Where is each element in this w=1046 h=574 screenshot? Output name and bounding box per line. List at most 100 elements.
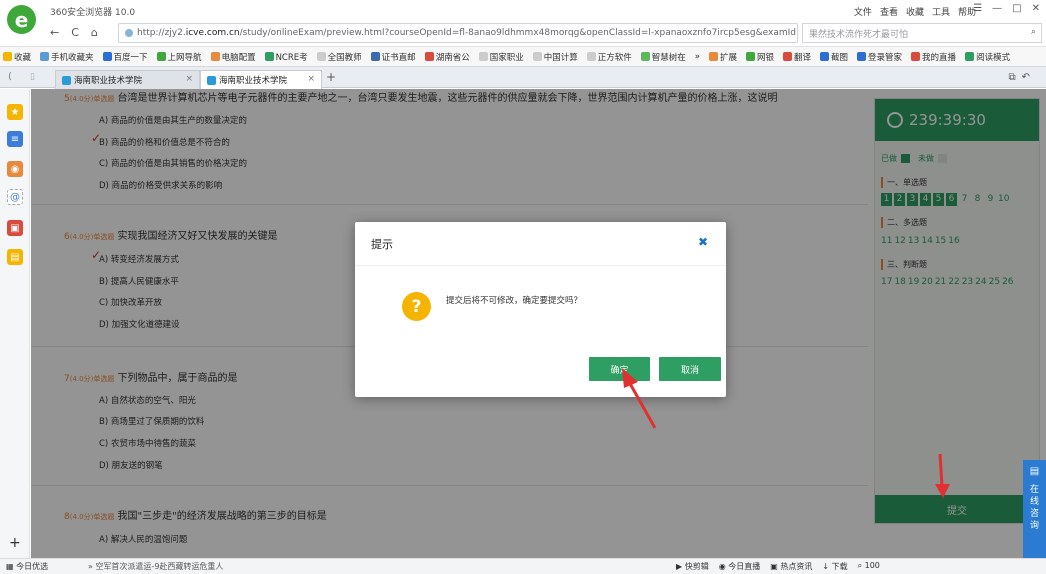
home-icon[interactable]: ⌂ — [91, 26, 98, 39]
news-ticker[interactable]: » 空军首次派遣运-9赴西藏转运危重人 — [88, 561, 223, 572]
tab-favicon — [62, 75, 71, 85]
window-controls: ☰ — □ ✕ — [973, 3, 1040, 14]
today-live-button[interactable]: ◉ 今日直播 — [719, 561, 761, 572]
menu-tools[interactable]: 工具 — [932, 5, 950, 18]
back-icon[interactable]: ← — [50, 26, 59, 39]
reader-button[interactable]: 阅读模式 — [965, 51, 1010, 63]
refresh-icon[interactable]: C — [71, 26, 79, 39]
bookmark-item[interactable]: 手机收藏夹 — [40, 51, 94, 63]
bank-icon — [745, 52, 755, 61]
cancel-button[interactable]: 取消 — [659, 357, 721, 381]
tab-label: 海南职业技术学院 — [74, 76, 143, 86]
menu-view[interactable]: 查看 — [880, 5, 898, 18]
download-button[interactable]: ↓ 下载 — [822, 561, 847, 572]
top-menu: 文件 查看 收藏 工具 帮助 — [854, 5, 976, 18]
bookmark-item[interactable]: 电脑配置 — [210, 51, 256, 63]
extension-icon — [708, 52, 718, 61]
nav-buttons: ← C ⌂ — [50, 26, 98, 39]
bookmark-item[interactable]: 证书直邮 — [370, 51, 416, 63]
menu-icon[interactable]: ☰ — [973, 3, 982, 14]
page-icon — [478, 52, 488, 61]
tab-bar: ⟨ ▯ 海南职业技术学院 × 海南职业技术学院 × + ⧉↶ — [0, 66, 1046, 89]
bookmark-item[interactable]: NCRE考 — [264, 51, 308, 63]
dialog-close-icon[interactable]: ✖ — [698, 235, 708, 249]
confirm-button[interactable]: 确定 — [589, 357, 650, 381]
screenshot-icon — [820, 52, 830, 61]
tab-close-icon[interactable]: × — [307, 74, 315, 84]
today-picks[interactable]: ▦ 今日优选 — [6, 561, 48, 572]
bank-button[interactable]: 网银 — [745, 51, 774, 63]
bookmark-item[interactable]: 湖南省公 — [424, 51, 470, 63]
zoom-level[interactable]: ⌕ 100 — [858, 561, 880, 572]
url-rest: /study/onlineExam/preview.html?courseOpe… — [239, 28, 797, 38]
browser-logo-icon: e — [7, 5, 36, 34]
security-icon — [125, 29, 133, 37]
hot-news-button[interactable]: ▣ 热点资讯 — [770, 561, 812, 572]
add-icon[interactable]: + — [9, 535, 21, 551]
minimize-icon[interactable]: — — [992, 3, 1002, 14]
maximize-icon[interactable]: □ — [1012, 3, 1021, 14]
game-icon[interactable]: ▣ — [7, 220, 23, 236]
menu-favorites[interactable]: 收藏 — [906, 5, 924, 18]
list-icon[interactable]: ≡ — [7, 131, 23, 147]
bookmark-item[interactable]: 智慧树在 — [640, 51, 686, 63]
chat-icon: ▤ — [1029, 466, 1040, 477]
nav-icon — [156, 52, 166, 61]
bookmark-item[interactable]: 收藏 — [3, 51, 31, 63]
tree-icon — [640, 52, 650, 61]
pc-icon — [210, 52, 220, 61]
address-row: ← C ⌂ http://zjy2. icve.com.cn/study/onli… — [0, 20, 1046, 46]
new-tab-icon[interactable]: + — [326, 70, 336, 84]
search-input[interactable]: 果然技术流作死才最可怕 ⌕ — [802, 23, 1042, 43]
close-icon[interactable]: ✕ — [1032, 3, 1040, 14]
url-prefix: http://zjy2. — [137, 28, 186, 38]
tab-2[interactable]: 海南职业技术学院 × — [200, 70, 322, 89]
extension-button[interactable]: 扩展 — [708, 51, 737, 63]
sidebar-toggle-icon[interactable]: ▯ — [30, 72, 35, 82]
url-domain: icve.com.cn — [185, 28, 240, 38]
favorite-icon[interactable]: ★ — [7, 104, 23, 120]
menu-file[interactable]: 文件 — [854, 5, 872, 18]
chat-label: 在线咨询 — [1029, 485, 1039, 531]
screenshot-button[interactable]: 截图 — [820, 51, 848, 63]
ncre-icon — [264, 52, 274, 61]
notes-icon[interactable]: ▤ — [7, 249, 23, 265]
search-placeholder: 果然技术流作死才最可怕 — [809, 29, 909, 40]
login-manager-button[interactable]: 登录管家 — [857, 51, 902, 63]
search-icon[interactable]: ⌕ — [1031, 27, 1036, 37]
translate-button[interactable]: 翻译 — [783, 51, 811, 63]
tab-1[interactable]: 海南职业技术学院 × — [55, 70, 200, 89]
bookmark-item[interactable]: 全国教师 — [316, 51, 362, 63]
baidu-icon — [102, 52, 112, 61]
page-icon — [532, 52, 542, 61]
tab-scroll-left-icon[interactable]: ⟨ — [8, 72, 12, 82]
left-sidebar: ★ ≡ ◉ @ ▣ ▤ + — [0, 89, 30, 558]
weibo-icon[interactable]: ◉ — [7, 161, 23, 177]
bookmarks-bar: 收藏 手机收藏夹 百度一下 上网导航 电脑配置 NCRE考 全国教师 证书直邮 … — [0, 46, 1046, 66]
quick-clip-button[interactable]: ▶ 快剪辑 — [676, 561, 709, 572]
bookmark-item[interactable]: 正方软件 — [586, 51, 632, 63]
status-tools: ▶ 快剪辑 ◉ 今日直播 ▣ 热点资讯 ↓ 下载 ⌕ 100 — [676, 561, 880, 572]
mail-icon[interactable]: @ — [7, 189, 23, 205]
online-consult-button[interactable]: ▤ 在线咨询 — [1023, 460, 1046, 558]
star-icon — [3, 52, 12, 61]
bookmark-item[interactable]: 上网导航 — [156, 51, 202, 63]
live-button[interactable]: 我的直播 — [911, 51, 956, 63]
tab-tools-icon[interactable]: ⧉↶ — [1008, 72, 1036, 83]
bookmark-item[interactable]: 中国计算 — [532, 51, 578, 63]
translate-icon — [783, 52, 792, 61]
bookmark-more[interactable]: » — [695, 52, 700, 62]
cert-icon — [370, 52, 380, 61]
tab-close-icon[interactable]: × — [185, 74, 193, 84]
bookmark-item[interactable]: 国家职业 — [478, 51, 524, 63]
live-icon — [911, 52, 921, 61]
dialog-title: 提示 — [371, 238, 393, 251]
address-bar[interactable]: http://zjy2. icve.com.cn/study/onlineExam… — [118, 23, 798, 43]
dialog-message: 提交后将不可修改，确定要提交吗？ — [446, 296, 583, 306]
bookmark-item[interactable]: 百度一下 — [102, 51, 148, 63]
title-bar: e 360安全浏览器 10.0 文件 查看 收藏 工具 帮助 ☰ — □ ✕ — [0, 0, 1046, 34]
key-icon — [857, 52, 867, 61]
page-icon — [316, 52, 326, 61]
tab-label: 海南职业技术学院 — [219, 76, 288, 86]
question-mark-icon: ? — [402, 292, 431, 321]
